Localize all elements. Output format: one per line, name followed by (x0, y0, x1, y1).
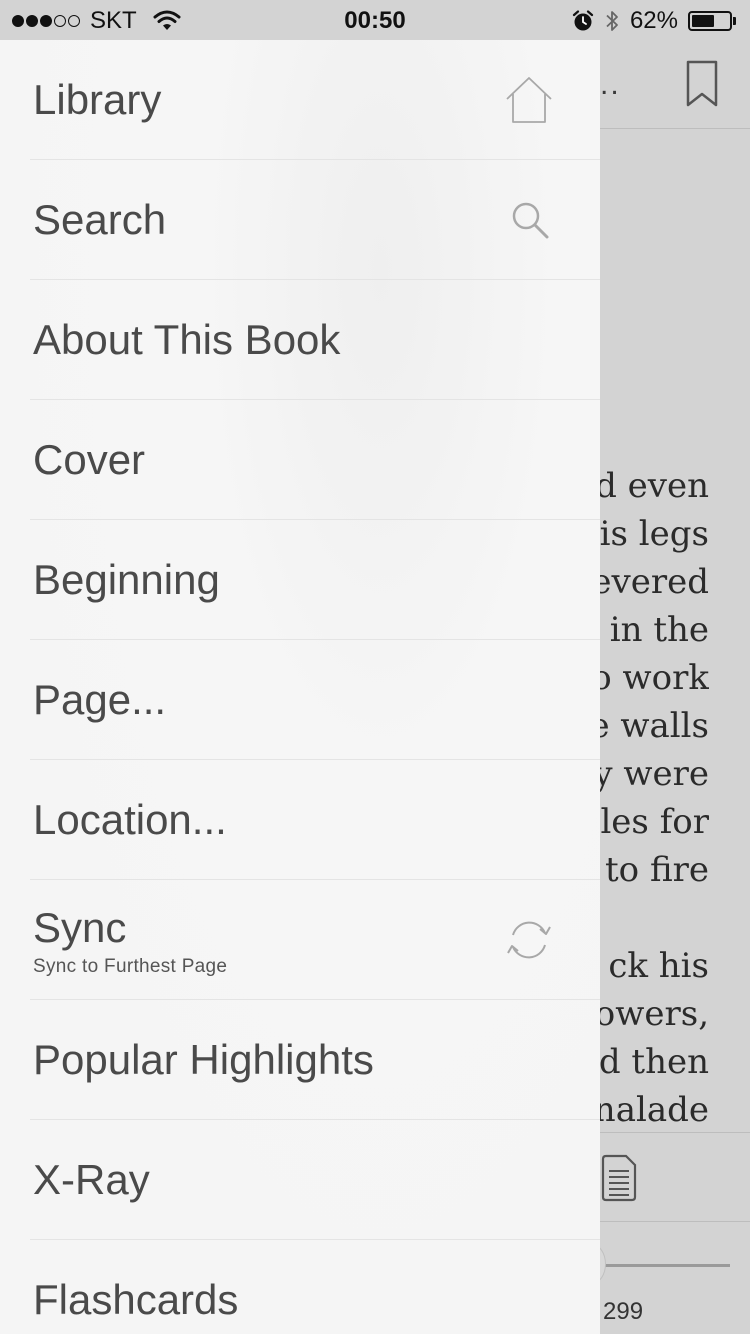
status-bar: SKT 00:50 62% (0, 0, 750, 40)
menu-item-location[interactable]: Location... (0, 760, 600, 880)
menu-item-label: Library (33, 76, 162, 123)
menu-item-label: Sync (33, 904, 127, 951)
menu-item-about-this-book[interactable]: About This Book (0, 280, 600, 400)
menu-item-x-ray[interactable]: X-Ray (0, 1120, 600, 1240)
menu-item-label: Page... (33, 676, 167, 723)
search-icon (512, 202, 549, 239)
bookmark-icon[interactable] (686, 60, 718, 108)
battery-icon (688, 11, 736, 31)
status-right: 62% (572, 7, 736, 35)
home-icon (506, 77, 552, 123)
battery-percentage: 62% (629, 7, 678, 34)
alarm-icon (572, 10, 594, 31)
menu-item-page[interactable]: Page... (0, 640, 600, 760)
menu-item-library[interactable]: Library (0, 40, 600, 160)
menu-item-label: Beginning (33, 556, 220, 603)
side-menu: Library Search About This Book Cover Beg… (0, 40, 600, 1334)
menu-item-popular-highlights[interactable]: Popular Highlights (0, 1000, 600, 1120)
menu-item-cover[interactable]: Cover (0, 400, 600, 520)
menu-item-search[interactable]: Search (0, 160, 600, 280)
menu-item-label: Location... (33, 796, 227, 843)
menu-item-sync[interactable]: Sync Sync to Furthest Page (0, 880, 600, 1000)
sync-icon (507, 921, 551, 959)
menu-item-label: Popular Highlights (33, 1036, 374, 1083)
menu-item-label: Flashcards (33, 1276, 239, 1323)
menu-item-flashcards[interactable]: Flashcards (0, 1240, 600, 1334)
reading-progress-slider[interactable] (600, 1264, 730, 1267)
menu-item-label: About This Book (33, 316, 341, 363)
menu-item-sublabel: Sync to Furthest Page (33, 956, 228, 977)
menu-item-label: Cover (33, 436, 146, 483)
menu-item-label: X-Ray (33, 1156, 150, 1203)
menu-item-label: Search (33, 196, 167, 243)
page-number: 299 (603, 1298, 644, 1325)
menu-item-beginning[interactable]: Beginning (0, 520, 600, 640)
table-of-contents-icon[interactable] (600, 1153, 638, 1203)
bluetooth-icon (606, 11, 618, 31)
battery-level-fill (692, 15, 715, 27)
reader-title-ellipsis: .. (600, 68, 621, 101)
